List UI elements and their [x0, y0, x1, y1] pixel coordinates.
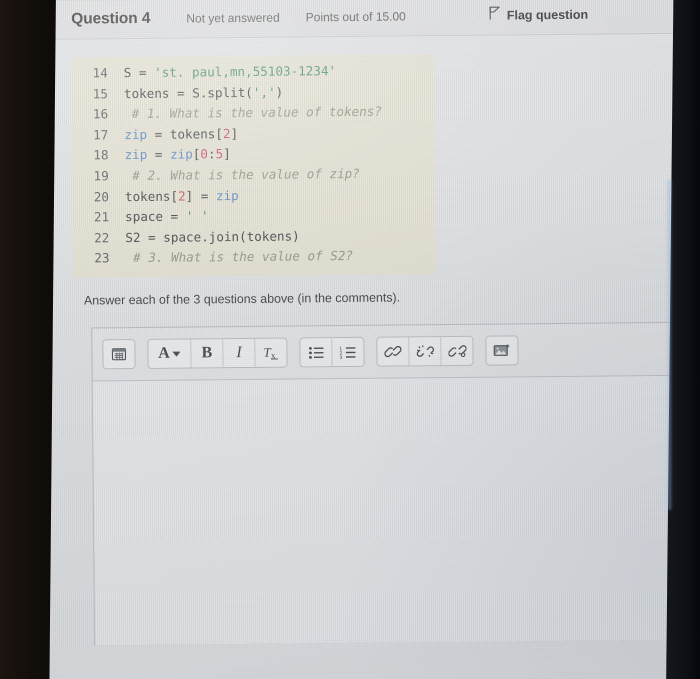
- toolbar-group-links: [376, 335, 474, 367]
- code-token: =: [147, 147, 171, 163]
- code-token: S =: [123, 64, 155, 81]
- bold-label: B: [201, 344, 213, 362]
- code-line-number: 19: [93, 168, 109, 184]
- code-line-content: tokens = S.split(','): [124, 82, 283, 104]
- code-token: ]: [223, 146, 231, 162]
- code-line-number: 21: [93, 209, 110, 225]
- answer-editor: A B I T x 1 2 3: [91, 321, 700, 646]
- code-line-content: space = ' ': [125, 206, 209, 227]
- flag-question-button[interactable]: Flag question: [488, 5, 588, 26]
- italic-icon[interactable]: I: [223, 338, 256, 368]
- anchor-icon[interactable]: [441, 336, 473, 366]
- photographed-monitor: Question 4 Not yet answered Points out o…: [0, 0, 700, 679]
- code-token: tokens = S.split(: [123, 84, 253, 101]
- code-line-number: 20: [93, 188, 110, 204]
- unlink-icon[interactable]: [409, 337, 442, 366]
- code-line-content: S = 'st. paul,mn,55103-1234': [124, 61, 337, 84]
- svg-text:3: 3: [339, 355, 342, 359]
- code-line-number: 23: [94, 250, 110, 266]
- bold-icon[interactable]: B: [191, 339, 224, 368]
- unordered-list-icon[interactable]: [300, 338, 333, 367]
- monitor-bezel-left: [0, 0, 56, 679]
- code-line-content: S2 = space.join(tokens): [125, 226, 300, 248]
- code-token: # 3. What is the value of S2?: [125, 248, 354, 266]
- code-line-content: zip = zip[0:5]: [124, 144, 230, 166]
- code-token: 2: [177, 188, 186, 204]
- code-line: 16 # 1. What is the value of tokens?: [72, 101, 434, 125]
- clear-formatting-icon[interactable]: T x: [255, 338, 287, 367]
- code-token: ]: [230, 125, 239, 141]
- toolbar-group-media: [485, 335, 519, 366]
- toolbar-group-expand: [102, 339, 136, 370]
- python-code-block: 14 S = 'st. paul,mn,55103-1234' 15 tokens =…: [71, 54, 436, 278]
- code-line-content: # 1. What is the value of tokens?: [124, 102, 382, 125]
- code-line-number: 18: [93, 147, 109, 163]
- code-token: zip: [124, 147, 148, 163]
- code-token: S2 = space.join(tokens): [125, 228, 300, 245]
- toolbar-group-text-format: A B I T x: [147, 337, 288, 369]
- font-style-icon[interactable]: A: [148, 339, 192, 368]
- instruction-text: Answer each of the 3 questions above (in…: [83, 290, 401, 308]
- code-token: tokens[: [124, 188, 179, 204]
- expand-editor-icon[interactable]: [103, 340, 135, 369]
- quiz-page: Question 4 Not yet answered Points out o…: [33, 0, 700, 679]
- code-token: [: [192, 146, 201, 162]
- code-line-number: 22: [94, 230, 110, 246]
- code-token: 5: [215, 146, 224, 162]
- monitor-screen: Question 4 Not yet answered Points out o…: [33, 0, 700, 679]
- page-title: Question 4: [71, 9, 151, 28]
- code-token: 'st. paul,mn,55103-1234': [154, 63, 337, 80]
- code-token: ' ': [185, 208, 209, 224]
- code-token: = tokens[: [147, 125, 223, 142]
- code-token: ',': [252, 84, 276, 100]
- toolbar-group-lists: 1 2 3: [299, 336, 365, 368]
- code-line-number: 15: [92, 85, 109, 102]
- code-line-number: 17: [93, 127, 109, 143]
- chevron-down-icon: [172, 351, 181, 357]
- code-line-content: zip = tokens[2]: [124, 124, 238, 146]
- answer-input[interactable]: [92, 374, 700, 646]
- question-state: Not yet answered: [186, 10, 280, 26]
- ordered-list-icon[interactable]: 1 2 3: [332, 337, 364, 367]
- code-line-content: # 2. What is the value of zip?: [125, 164, 360, 187]
- code-line-number: 16: [92, 106, 109, 122]
- code-token: space =: [125, 208, 186, 225]
- flag-question-label: Flag question: [506, 7, 589, 23]
- code-token: :: [207, 146, 216, 162]
- insert-image-icon[interactable]: [486, 336, 518, 365]
- screen-edge-glare: [666, 180, 672, 510]
- code-token: zip: [215, 187, 239, 203]
- italic-label: I: [236, 344, 242, 362]
- code-line-number: 14: [92, 65, 108, 81]
- flag-outline-icon: [488, 6, 501, 26]
- editor-toolbar: A B I T x 1 2 3: [92, 323, 698, 381]
- font-style-label: A: [158, 344, 170, 362]
- code-token: ] =: [185, 187, 217, 204]
- code-line-content: # 3. What is the value of S2?: [125, 246, 353, 269]
- code-token: # 2. What is the value of zip?: [124, 165, 360, 184]
- code-token: zip: [169, 146, 193, 163]
- code-token: ): [275, 84, 284, 100]
- link-icon[interactable]: [377, 337, 410, 366]
- code-line: 23 # 3. What is the value of S2?: [73, 245, 435, 269]
- code-token: zip: [124, 126, 148, 142]
- code-line-content: tokens[2] = zip: [125, 186, 239, 208]
- code-token: # 1. What is the value of tokens?: [124, 103, 383, 122]
- question-points: Points out of 15.00: [305, 9, 406, 25]
